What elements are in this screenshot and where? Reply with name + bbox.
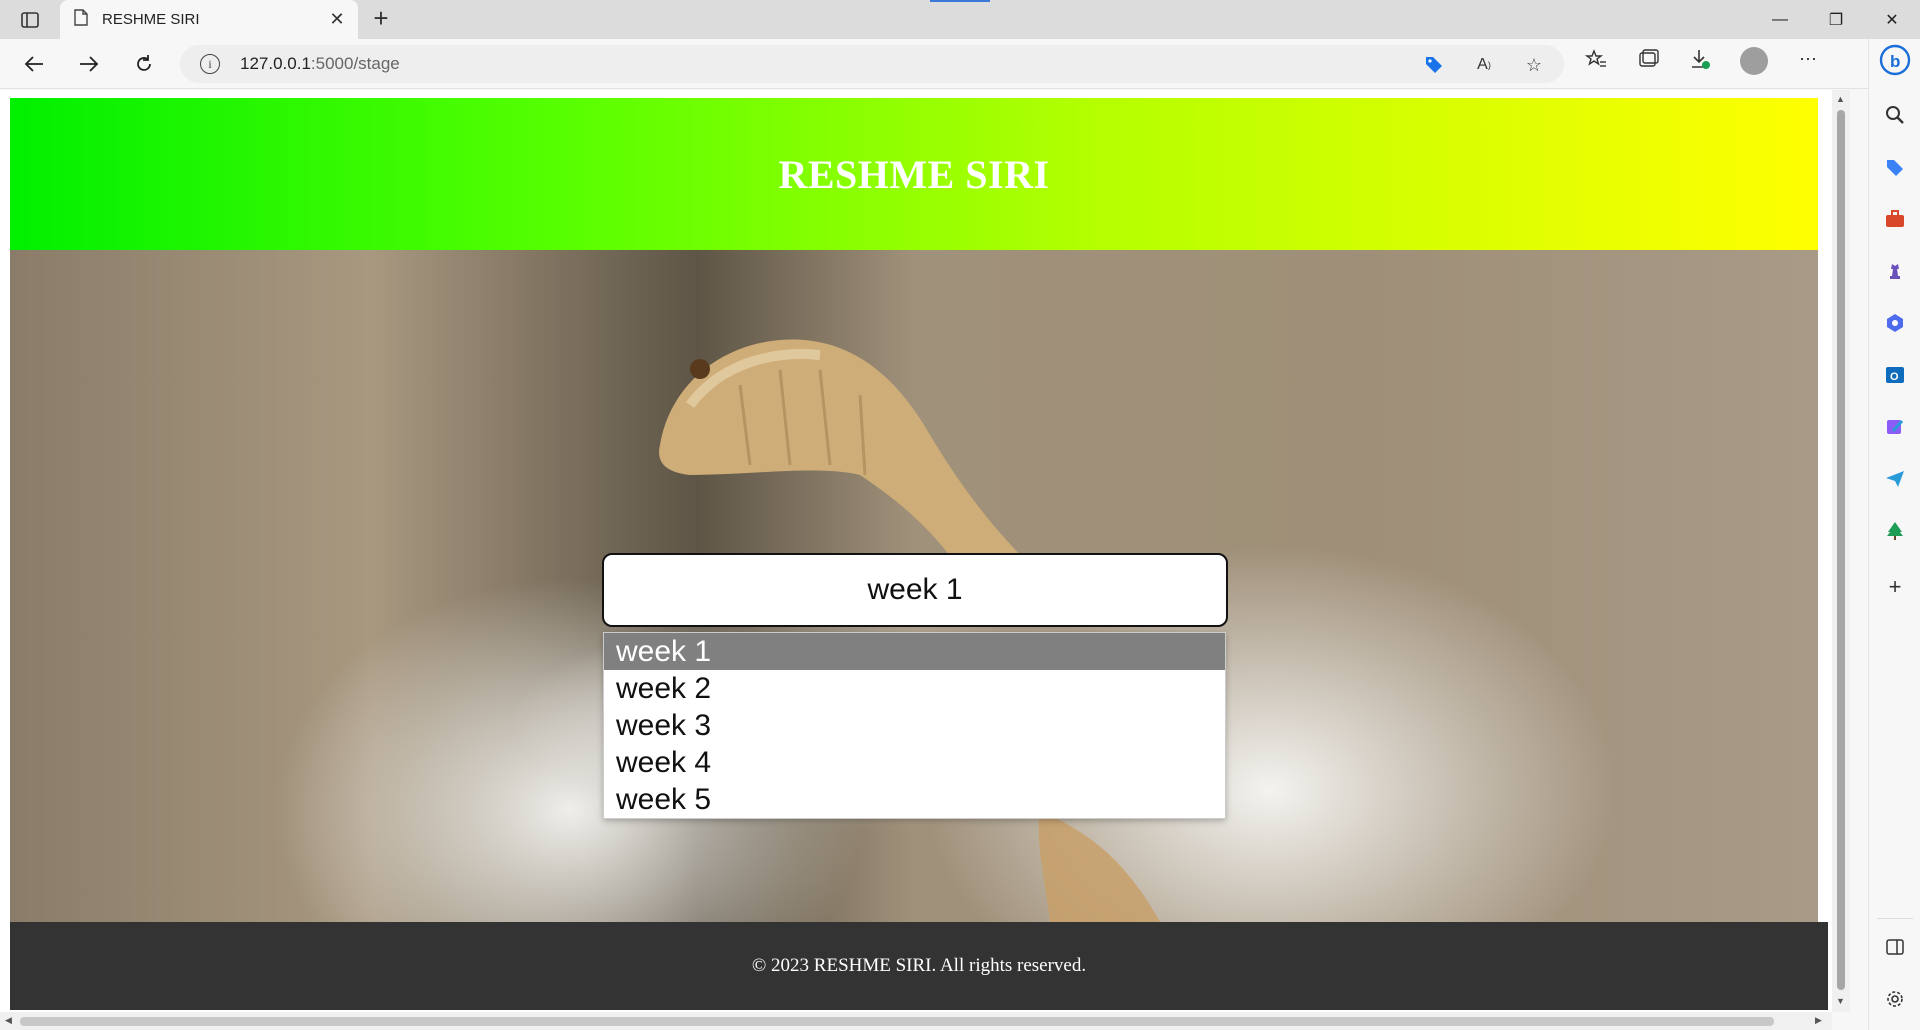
browser-tab-bar: RESHME SIRI ✕ + — ❐ ✕ xyxy=(0,0,1920,39)
tab-strip-indicator xyxy=(930,0,990,2)
bing-copilot-icon[interactable]: b xyxy=(1878,43,1912,77)
footer-copyright: © 2023 RESHME SIRI. All rights reserved. xyxy=(751,955,1087,976)
silkworm-hero-image: week 1 week 2 week 3 week 4 week 5 xyxy=(10,250,1818,922)
search-icon[interactable] xyxy=(1883,103,1907,127)
page-icon xyxy=(74,8,88,31)
stage-search-input[interactable] xyxy=(602,553,1228,627)
scroll-down-arrow-icon[interactable]: ▼ xyxy=(1836,996,1845,1006)
svg-text:b: b xyxy=(1890,52,1900,71)
stage-autocomplete-list: week 1 week 2 week 3 week 4 week 5 xyxy=(603,632,1226,819)
autocomplete-option[interactable]: week 1 xyxy=(604,633,1225,670)
tab-actions-icon[interactable] xyxy=(18,9,42,31)
url-host: 127.0.0.1 xyxy=(240,54,311,73)
vertical-scroll-thumb[interactable] xyxy=(1837,110,1845,990)
window-controls: — ❐ ✕ xyxy=(1752,0,1920,39)
horizontal-scrollbar[interactable]: ◀ ▶ xyxy=(0,1012,1832,1030)
new-tab-button[interactable]: + xyxy=(368,5,394,32)
browser-toolbar: i 127.0.0.1:5000/stage A) ☆ ⋯ xyxy=(0,39,1920,89)
outlook-icon[interactable]: O xyxy=(1883,363,1907,387)
stage-search-container: week 1 week 2 week 3 week 4 week 5 xyxy=(602,553,1228,819)
restore-button[interactable]: ❐ xyxy=(1808,0,1864,39)
site-header: RESHME SIRI xyxy=(10,98,1818,250)
tree-icon[interactable] xyxy=(1883,519,1907,543)
close-tab-icon[interactable]: ✕ xyxy=(326,9,348,31)
autocomplete-option[interactable]: week 4 xyxy=(604,744,1225,781)
sidebar-divider xyxy=(1877,918,1913,919)
more-options-icon[interactable]: ⋯ xyxy=(1796,47,1820,71)
split-screen-icon[interactable] xyxy=(1883,935,1907,959)
scroll-up-arrow-icon[interactable]: ▲ xyxy=(1836,94,1845,104)
favorites-icon[interactable] xyxy=(1584,47,1608,71)
refresh-button[interactable] xyxy=(130,50,158,78)
page-viewport: RESHME SIRI week 1 week 2 week 3 week 4 xyxy=(0,90,1832,1030)
site-footer: © 2023 RESHME SIRI. All rights reserved. xyxy=(10,922,1828,1010)
autocomplete-option[interactable]: week 2 xyxy=(604,670,1225,707)
back-button[interactable] xyxy=(20,50,48,78)
settings-gear-icon[interactable] xyxy=(1883,987,1907,1011)
close-window-button[interactable]: ✕ xyxy=(1864,0,1920,39)
horizontal-scroll-thumb[interactable] xyxy=(20,1017,1774,1026)
scroll-left-arrow-icon[interactable]: ◀ xyxy=(5,1015,12,1026)
tools-icon[interactable] xyxy=(1883,207,1907,231)
silkworm-tail xyxy=(1038,810,1160,922)
profile-avatar[interactable] xyxy=(1740,47,1768,75)
send-icon[interactable] xyxy=(1883,467,1907,491)
svg-text:O: O xyxy=(1890,371,1899,383)
shopping-tag-icon[interactable] xyxy=(1422,53,1446,77)
forward-button[interactable] xyxy=(75,50,103,78)
minimize-button[interactable]: — xyxy=(1752,0,1808,39)
autocomplete-option[interactable]: week 3 xyxy=(604,707,1225,744)
silkworm-image xyxy=(659,339,1030,570)
games-icon[interactable] xyxy=(1883,259,1907,283)
edge-sidebar: b O + xyxy=(1868,39,1920,1030)
url-path: :5000/stage xyxy=(310,54,400,73)
shopping-icon[interactable] xyxy=(1883,156,1907,180)
autocomplete-option[interactable]: week 5 xyxy=(604,781,1225,818)
read-aloud-icon[interactable]: A) xyxy=(1472,53,1496,77)
site-info-icon[interactable]: i xyxy=(200,54,220,74)
add-favorite-icon[interactable]: ☆ xyxy=(1522,53,1546,77)
url-text[interactable]: 127.0.0.1:5000/stage xyxy=(240,54,400,74)
collections-icon[interactable] xyxy=(1636,47,1660,71)
scroll-right-arrow-icon[interactable]: ▶ xyxy=(1815,1015,1822,1026)
add-sidebar-app-icon[interactable]: + xyxy=(1883,574,1907,599)
page-content: RESHME SIRI week 1 week 2 week 3 week 4 xyxy=(10,98,1828,1010)
microsoft-365-icon[interactable] xyxy=(1883,311,1907,335)
site-title: RESHME SIRI xyxy=(778,151,1050,197)
address-bar[interactable]: i 127.0.0.1:5000/stage A) ☆ xyxy=(180,45,1564,83)
designer-icon[interactable] xyxy=(1883,415,1907,439)
tab-title: RESHME SIRI xyxy=(102,11,200,28)
vertical-scrollbar[interactable]: ▲ ▼ xyxy=(1832,90,1850,1012)
downloads-icon[interactable] xyxy=(1688,47,1712,71)
browser-tab[interactable]: RESHME SIRI ✕ xyxy=(60,0,358,39)
